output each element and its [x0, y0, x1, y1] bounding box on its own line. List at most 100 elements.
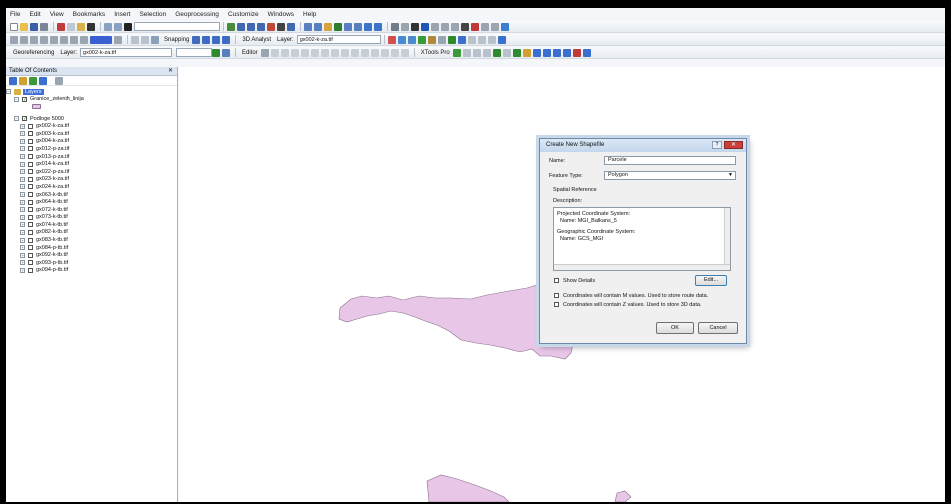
- menu-insert[interactable]: Insert: [114, 11, 130, 18]
- raster-layer-label[interactable]: gx093-p-tb.tif: [36, 260, 68, 266]
- editor-menu[interactable]: Editor: [242, 50, 258, 56]
- html-popup-icon[interactable]: [441, 22, 449, 31]
- raster-layer-row[interactable]: + gx093-p-tb.tif: [6, 259, 177, 267]
- tool-icon[interactable]: [457, 35, 466, 44]
- expand-icon[interactable]: +: [20, 154, 25, 160]
- raster-layer-row[interactable]: + gx013-p-za.tif: [6, 153, 177, 161]
- editor-toolbar-icon[interactable]: [227, 22, 235, 31]
- menu-geoprocessing[interactable]: Geoprocessing: [175, 11, 219, 18]
- tool-icon[interactable]: [427, 35, 436, 44]
- xtools-pro-menu[interactable]: XTools Pro: [421, 50, 450, 56]
- route-icon[interactable]: [501, 22, 509, 31]
- tool-icon[interactable]: [502, 48, 511, 57]
- raster-layer-row[interactable]: + gx073-k-tb.tif: [6, 214, 177, 222]
- raster-layer-row[interactable]: + gx023-k-za.tif: [6, 176, 177, 184]
- tool-icon[interactable]: [562, 48, 571, 57]
- layer-visibility-checkbox[interactable]: [28, 184, 33, 190]
- tool-icon[interactable]: [360, 48, 369, 57]
- tool-icon[interactable]: [482, 48, 491, 57]
- tool-icon[interactable]: [10, 35, 18, 44]
- layer-visibility-checkbox[interactable]: [28, 161, 33, 167]
- tool-icon[interactable]: [387, 35, 396, 44]
- raster-layer-row[interactable]: + gx063-k-tb.tif: [6, 191, 177, 199]
- tool-icon[interactable]: [270, 48, 279, 57]
- layer-visibility-checkbox[interactable]: ✓: [22, 96, 27, 102]
- description-box[interactable]: Projected Coordinate System: Name: MGI_B…: [553, 207, 731, 271]
- arctoolbox-icon[interactable]: [267, 22, 275, 31]
- raster-layer-row[interactable]: + gx003-k-za.tif: [6, 130, 177, 138]
- save-icon[interactable]: [30, 22, 38, 31]
- tool-icon[interactable]: [407, 35, 416, 44]
- expand-icon[interactable]: +: [20, 267, 25, 273]
- group-visibility-checkbox[interactable]: ✓: [22, 116, 27, 122]
- raster-layer-label[interactable]: gx004-k-za.tif: [36, 138, 69, 144]
- tool-icon[interactable]: [330, 48, 339, 57]
- layer-visibility-checkbox[interactable]: [28, 245, 33, 251]
- expand-icon[interactable]: +: [20, 222, 25, 228]
- raster-layer-label[interactable]: gx002-k-za.tif: [36, 123, 69, 129]
- tool-icon[interactable]: [380, 48, 389, 57]
- tool-icon[interactable]: [572, 48, 581, 57]
- layer-label[interactable]: Granice_zelenih_linija: [30, 96, 84, 102]
- vertex-snapping-icon[interactable]: [212, 35, 221, 44]
- layer-visibility-checkbox[interactable]: [28, 154, 33, 160]
- tool-icon[interactable]: [20, 35, 28, 44]
- catalog-icon[interactable]: [247, 22, 255, 31]
- layer-visibility-checkbox[interactable]: [28, 192, 33, 198]
- tool-icon[interactable]: [280, 48, 289, 57]
- raster-layer-label[interactable]: gx092-k-tb.tif: [36, 252, 68, 258]
- raster-layer-label[interactable]: gx064-k-tb.tif: [36, 199, 68, 205]
- end-snapping-icon[interactable]: [202, 35, 211, 44]
- layer-visibility-checkbox[interactable]: [28, 207, 33, 213]
- list-by-visibility-icon[interactable]: [29, 76, 37, 85]
- expand-icon[interactable]: +: [20, 146, 25, 152]
- raster-layer-label[interactable]: gx082-k-tb.tif: [36, 229, 68, 235]
- raster-layer-label[interactable]: gx084-p-tb.tif: [36, 245, 68, 251]
- horizontal-scrollbar[interactable]: [554, 264, 730, 270]
- 3d-layer-select[interactable]: gx002-k-za.tif: [296, 35, 381, 44]
- tool-icon[interactable]: [467, 35, 476, 44]
- raster-layer-row[interactable]: + gx002-k-za.tif: [6, 122, 177, 130]
- snapping-menu[interactable]: Snapping: [164, 37, 189, 43]
- raster-layer-row[interactable]: + gx083-k-tb.tif: [6, 236, 177, 244]
- z-values-checkbox[interactable]: [554, 302, 559, 307]
- map-scale-combo[interactable]: [134, 22, 220, 31]
- menu-selection[interactable]: Selection: [139, 11, 166, 18]
- tool-icon[interactable]: [492, 48, 501, 57]
- tool-icon[interactable]: [320, 48, 329, 57]
- parcel-polygon[interactable]: [426, 474, 510, 502]
- tool-icon[interactable]: [472, 48, 481, 57]
- tool-icon[interactable]: [131, 35, 139, 44]
- go-to-xy-icon[interactable]: [471, 22, 479, 31]
- python-icon[interactable]: [277, 22, 285, 31]
- edit-tool-icon[interactable]: [260, 48, 269, 57]
- expand-icon[interactable]: +: [20, 184, 25, 190]
- tool-icon[interactable]: [340, 48, 349, 57]
- tool-icon[interactable]: [50, 35, 58, 44]
- layer-visibility-checkbox[interactable]: [28, 138, 33, 144]
- layer-visibility-checkbox[interactable]: [28, 176, 33, 182]
- tool-icon[interactable]: [350, 48, 359, 57]
- raster-layer-label[interactable]: gx012-p-za.tif: [36, 146, 69, 152]
- point-snapping-icon[interactable]: [192, 35, 201, 44]
- raster-layer-label[interactable]: gx063-k-tb.tif: [36, 192, 68, 198]
- raster-layer-label[interactable]: gx003-k-za.tif: [36, 131, 69, 137]
- tool-icon[interactable]: [552, 48, 561, 57]
- collapse-icon[interactable]: −: [6, 89, 11, 95]
- raster-layer-label[interactable]: gx024-k-za.tif: [36, 184, 69, 190]
- raster-layer-label[interactable]: gx094-p-tb.tif: [36, 267, 68, 273]
- find-icon[interactable]: [461, 22, 469, 31]
- tool-icon[interactable]: [447, 35, 456, 44]
- expand-icon[interactable]: +: [20, 169, 25, 175]
- menu-bookmarks[interactable]: Bookmarks: [73, 11, 106, 18]
- zoom-in-icon[interactable]: [304, 22, 312, 31]
- layer-visibility-checkbox[interactable]: [28, 131, 33, 137]
- tool-icon[interactable]: [522, 48, 531, 57]
- layer-visibility-checkbox[interactable]: [28, 237, 33, 243]
- tool-icon[interactable]: [497, 35, 506, 44]
- cancel-button[interactable]: Cancel: [698, 322, 738, 334]
- menu-view[interactable]: View: [50, 11, 64, 18]
- print-icon[interactable]: [40, 22, 48, 31]
- identify-icon[interactable]: [421, 22, 429, 31]
- tool-icon[interactable]: [80, 35, 88, 44]
